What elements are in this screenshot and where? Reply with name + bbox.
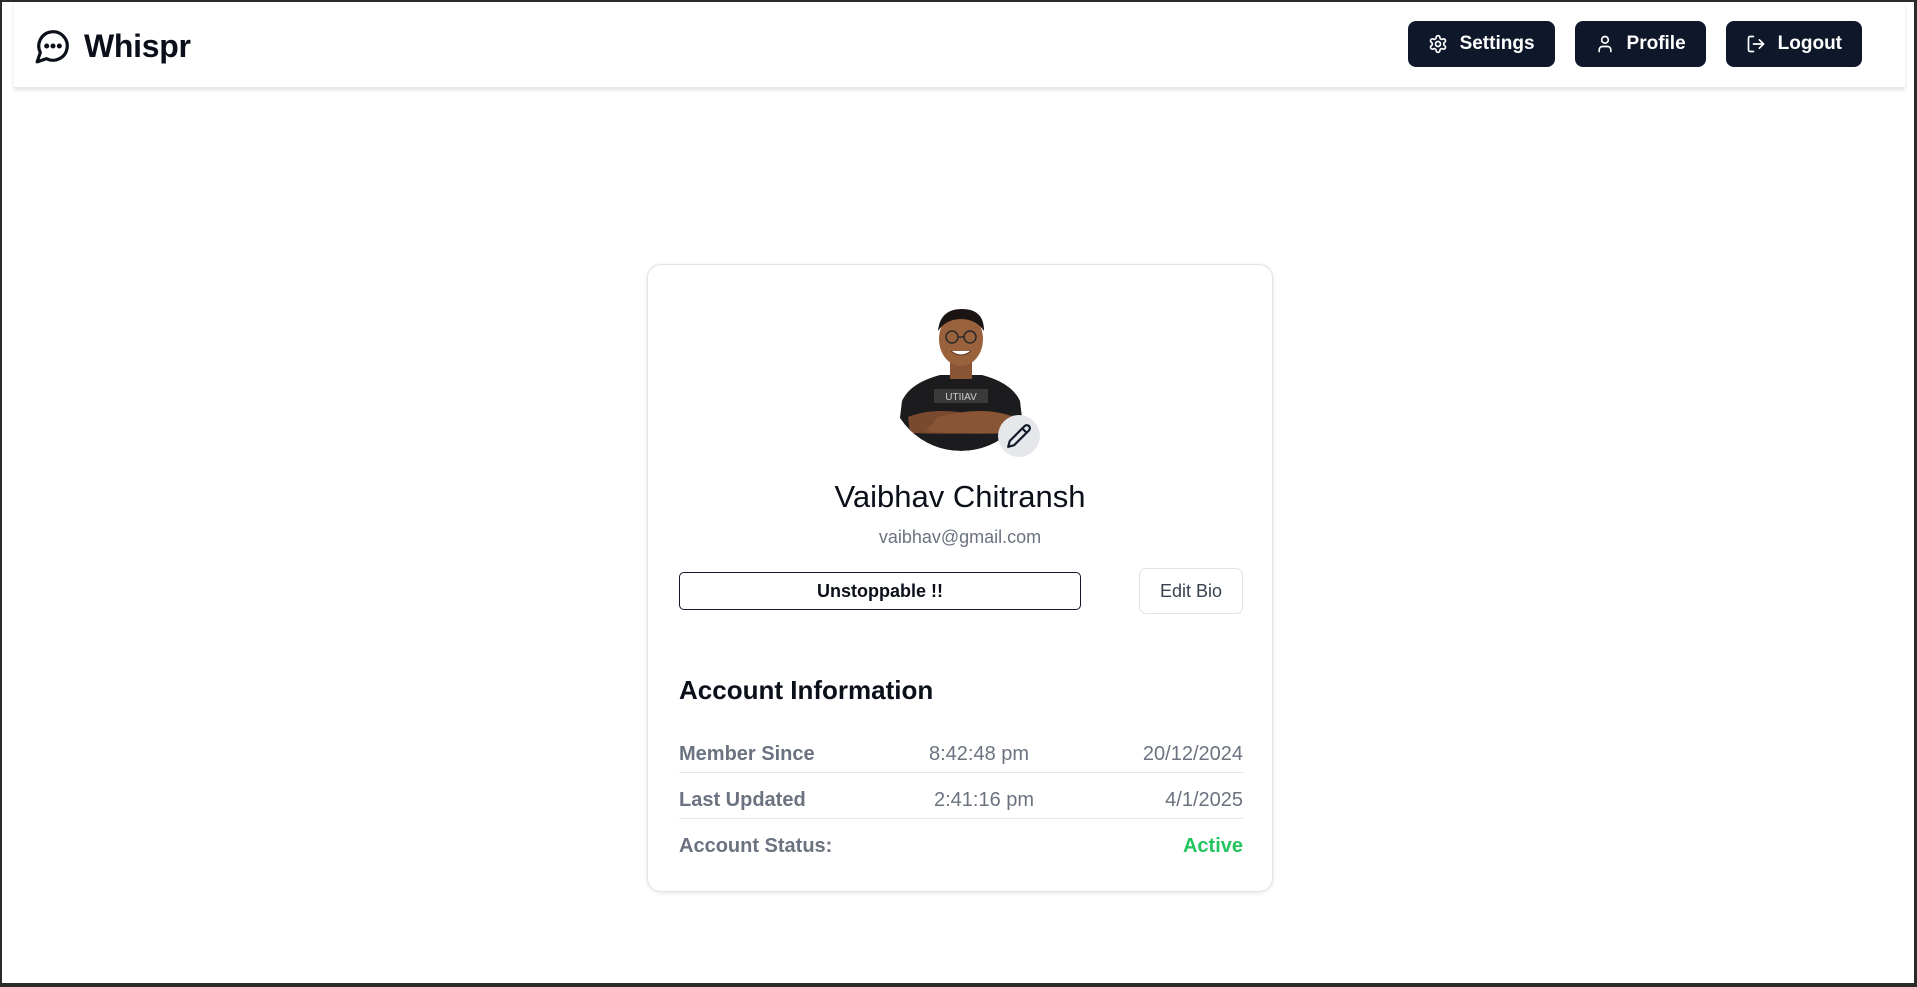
nav-actions: Settings Profile Logout bbox=[1407, 21, 1862, 67]
member-since-time: 8:42:48 pm bbox=[929, 743, 1030, 765]
member-since-label: Member Since bbox=[679, 743, 815, 765]
app-name: Whispr bbox=[84, 27, 191, 64]
gear-icon bbox=[1429, 34, 1446, 54]
account-status-label: Account Status: bbox=[679, 835, 833, 857]
profile-label: Profile bbox=[1626, 33, 1686, 54]
last-updated-date: 4/1/2025 bbox=[1165, 789, 1243, 811]
account-info-title: Account Information bbox=[679, 675, 934, 705]
logout-label: Logout bbox=[1777, 33, 1842, 54]
edit-avatar-button[interactable] bbox=[998, 415, 1040, 457]
logout-icon bbox=[1747, 35, 1764, 53]
last-updated-label: Last Updated bbox=[679, 789, 806, 811]
profile-card: UTIIAV Vaibhav Chitransh vaibhav@gmail.c… bbox=[647, 264, 1273, 892]
settings-label: Settings bbox=[1459, 33, 1535, 54]
account-status-row: Account Status: Active bbox=[679, 831, 1243, 865]
message-circle-icon bbox=[35, 30, 69, 64]
user-name: Vaibhav Chitransh bbox=[834, 479, 1086, 514]
settings-button[interactable]: Settings bbox=[1407, 21, 1555, 67]
last-updated-row: Last Updated 2:41:16 pm 4/1/2025 bbox=[679, 785, 1243, 819]
status-badge: Active bbox=[1182, 835, 1243, 857]
member-since-row: Member Since 8:42:48 pm 20/12/2024 bbox=[679, 739, 1243, 773]
avatar-container: UTIIAV bbox=[888, 305, 1040, 457]
last-updated-time: 2:41:16 pm bbox=[934, 789, 1035, 811]
pencil-icon bbox=[1007, 424, 1031, 448]
member-since-date: 20/12/2024 bbox=[1142, 743, 1243, 765]
svg-text:UTIIAV: UTIIAV bbox=[945, 392, 977, 403]
logout-button[interactable]: Logout bbox=[1725, 21, 1862, 67]
navbar: Whispr Settings Profile Logout bbox=[14, 2, 1905, 88]
app-window: Whispr Settings Profile Logout UTIIAV Va… bbox=[2, 2, 1914, 983]
user-icon bbox=[1597, 35, 1612, 53]
edit-bio-button[interactable]: Edit Bio bbox=[1139, 568, 1243, 614]
profile-button[interactable]: Profile bbox=[1574, 21, 1706, 67]
user-email: vaibhav@gmail.com bbox=[878, 527, 1042, 547]
brand[interactable]: Whispr bbox=[34, 26, 191, 66]
bio-input[interactable] bbox=[679, 572, 1081, 610]
